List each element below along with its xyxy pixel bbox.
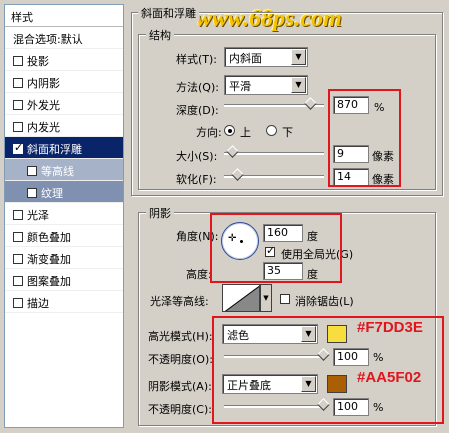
antialias-checkbox[interactable] [280, 293, 294, 306]
direction-label: 方向: [196, 126, 222, 139]
style-list-header: 样式 [5, 5, 123, 27]
style-list-item[interactable]: 混合选项:默认 [5, 27, 123, 49]
highlight-box-structure [328, 89, 401, 187]
highlight-opacity-label: 不透明度(O): [148, 353, 213, 366]
style-checkbox[interactable] [27, 166, 37, 176]
altitude-label: 高度: [186, 268, 212, 281]
style-list-item[interactable]: 投影 [5, 49, 123, 71]
style-checkbox[interactable] [13, 78, 23, 88]
style-list-item-label: 斜面和浮雕 [27, 143, 82, 156]
style-checkbox[interactable] [13, 122, 23, 132]
highlight-box-angle [210, 213, 342, 283]
style-list-item-label: 描边 [27, 297, 49, 310]
direction-down-label: 下 [282, 126, 293, 139]
chevron-down-icon: ▼ [291, 77, 306, 93]
direction-up-label: 上 [240, 126, 251, 139]
bevel-title: 斜面和浮雕 [138, 5, 199, 21]
style-list: 样式 混合选项:默认投影内阴影外发光内发光斜面和浮雕等高线纹理光泽颜色叠加渐变叠… [4, 4, 124, 428]
style-select-value: 内斜面 [229, 52, 262, 65]
shadow-opacity-label: 不透明度(C): [148, 403, 212, 416]
style-list-item-label: 渐变叠加 [27, 253, 71, 266]
style-list-item[interactable]: 内阴影 [5, 71, 123, 93]
style-list-item-label: 等高线 [41, 165, 74, 178]
style-list-item-label: 混合选项:默认 [13, 33, 83, 46]
style-checkbox[interactable] [13, 276, 23, 286]
chevron-down-icon: ▼ [291, 49, 306, 65]
style-list-item[interactable]: 光泽 [5, 203, 123, 225]
chevron-down-icon[interactable]: ▼ [260, 284, 272, 312]
highlight-box-colors [212, 316, 444, 424]
shadow-mode-label: 阴影模式(A): [148, 380, 212, 393]
style-checkbox[interactable] [13, 56, 23, 66]
style-list-item-label: 纹理 [41, 187, 63, 200]
style-checkbox[interactable] [27, 188, 37, 198]
technique-select-value: 平滑 [229, 80, 251, 93]
style-checkbox[interactable] [13, 298, 23, 308]
shading-title: 阴影 [146, 205, 174, 221]
technique-label: 方法(Q): [176, 81, 219, 94]
style-list-item[interactable]: 外发光 [5, 93, 123, 115]
style-list-item[interactable]: 斜面和浮雕 [5, 137, 123, 159]
style-list-item-label: 颜色叠加 [27, 231, 71, 244]
style-list-item[interactable]: 颜色叠加 [5, 225, 123, 247]
style-checkbox[interactable] [13, 100, 23, 110]
style-list-item[interactable]: 内发光 [5, 115, 123, 137]
gloss-contour-label: 光泽等高线: [150, 295, 209, 308]
style-list-item[interactable]: 图案叠加 [5, 269, 123, 291]
size-label: 大小(S): [176, 150, 218, 163]
style-list-item-label: 图案叠加 [27, 275, 71, 288]
style-select[interactable]: 内斜面 ▼ [224, 47, 308, 67]
contour-curve-icon [224, 285, 259, 311]
style-list-item-label: 投影 [27, 55, 49, 68]
gloss-contour-preview[interactable] [222, 284, 260, 312]
style-checkbox[interactable] [13, 141, 23, 154]
antialias-label: 消除锯齿(L) [295, 295, 354, 308]
technique-select[interactable]: 平滑 ▼ [224, 75, 308, 95]
style-checkbox[interactable] [13, 210, 23, 220]
style-checkbox[interactable] [13, 254, 23, 264]
size-slider-track[interactable] [224, 152, 324, 155]
style-checkbox[interactable] [13, 232, 23, 242]
structure-title: 结构 [146, 27, 174, 43]
soften-label: 软化(F): [176, 173, 217, 186]
style-list-item-label: 内发光 [27, 121, 60, 134]
style-label: 样式(T): [176, 53, 218, 66]
style-list-item[interactable]: 等高线 [5, 159, 123, 181]
highlight-mode-label: 高光模式(H): [148, 330, 213, 343]
style-list-item[interactable]: 纹理 [5, 181, 123, 203]
style-list-item-label: 外发光 [27, 99, 60, 112]
direction-down-radio[interactable] [266, 125, 277, 136]
style-list-item[interactable]: 描边 [5, 291, 123, 313]
direction-up-radio[interactable] [224, 125, 235, 136]
depth-label: 深度(D): [176, 104, 219, 117]
style-list-item-label: 光泽 [27, 209, 49, 222]
style-list-item-label: 内阴影 [27, 77, 60, 90]
style-list-item[interactable]: 渐变叠加 [5, 247, 123, 269]
